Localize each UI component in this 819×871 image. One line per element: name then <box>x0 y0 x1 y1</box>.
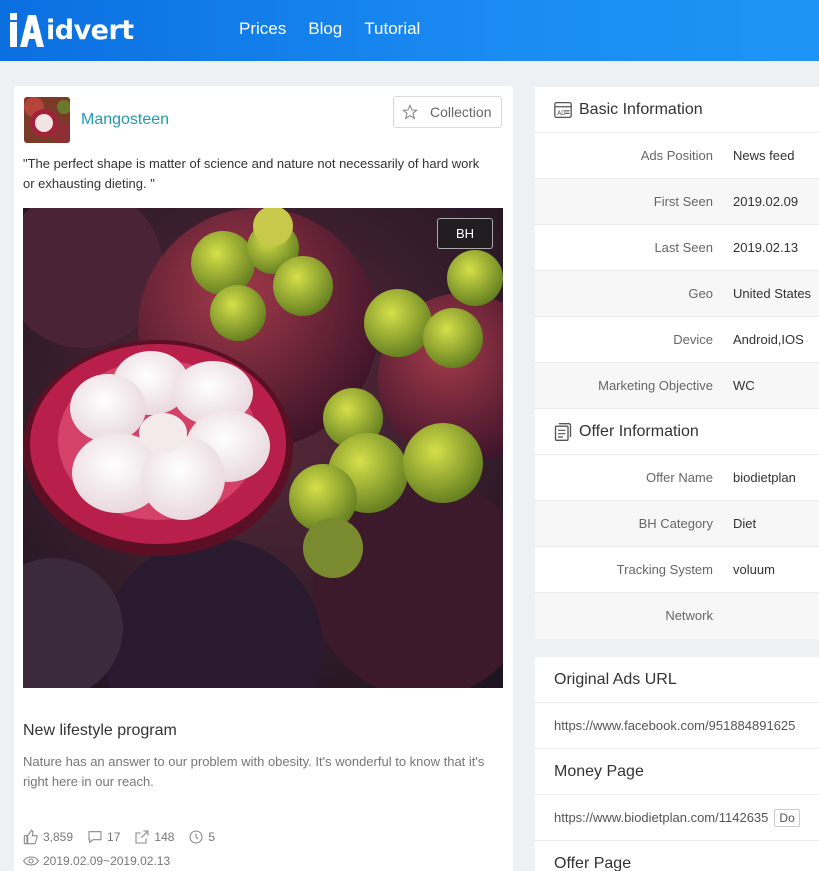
info-label: Marketing Objective <box>598 378 713 393</box>
info-value: 2019.02.09 <box>733 194 799 209</box>
advertiser-avatar[interactable] <box>24 97 70 143</box>
comments-stat: 17 <box>87 829 120 845</box>
info-label: Offer Name <box>646 470 713 485</box>
seen-date-range: 2019.02.09~2019.02.13 <box>23 854 170 868</box>
nav-prices[interactable]: Prices <box>239 19 286 39</box>
info-row-first-seen: First Seen 2019.02.09 <box>535 179 819 225</box>
main-nav: Prices Blog Tutorial <box>228 0 431 57</box>
info-value: voluum <box>733 562 775 577</box>
offer-info-header: Offer Information <box>535 409 819 455</box>
original-url-link[interactable]: https://www.facebook.com/951884891625 <box>554 718 795 733</box>
info-row-offer-name: Offer Name biodietplan <box>535 455 819 501</box>
info-value: 2019.02.13 <box>733 240 799 255</box>
info-row-network: Network <box>535 593 819 639</box>
eye-icon <box>23 856 39 866</box>
bh-badge: BH <box>437 218 493 249</box>
comments-count: 17 <box>107 830 121 844</box>
info-row-device: Device Android,IOS <box>535 317 819 363</box>
nav-blog[interactable]: Blog <box>308 19 342 39</box>
info-label: Tracking System <box>616 562 713 577</box>
ad-description: Nature has an answer to our problem with… <box>23 754 485 789</box>
days-stat: 5 <box>188 829 215 845</box>
info-value: Android,IOS <box>733 332 804 347</box>
share-icon <box>135 830 149 844</box>
nav-tutorial[interactable]: Tutorial <box>364 19 420 39</box>
offer-page-header: Offer Page <box>554 855 632 871</box>
brand-name: idvert <box>46 14 134 46</box>
info-row-ads-position: Ads Position News feed <box>535 133 819 179</box>
info-value: News feed <box>733 148 795 163</box>
money-page-row: https://www.biodietplan.com/1142635 Do <box>535 795 819 841</box>
ad-stats: 3,859 17 148 5 <box>23 829 229 845</box>
info-row-geo: Geo United States <box>535 271 819 317</box>
logo-icon <box>10 13 44 47</box>
likes-count: 3,859 <box>43 830 74 844</box>
info-row-marketing-objective: Marketing Objective WC <box>535 363 819 409</box>
info-value: WC <box>733 378 755 393</box>
info-label: BH Category <box>638 516 713 531</box>
money-page-download-button[interactable]: Do <box>774 808 800 827</box>
brand-logo[interactable]: idvert <box>8 10 134 50</box>
ad-info-panel: AD Basic Information Ads Position News f… <box>535 87 819 639</box>
info-value: Diet <box>733 516 757 531</box>
date-range-text: 2019.02.09~2019.02.13 <box>43 854 171 868</box>
info-label: Device <box>673 332 713 347</box>
avatar-image <box>24 97 70 143</box>
clock-icon <box>189 830 203 844</box>
original-url-row[interactable]: https://www.facebook.com/951884891625 <box>535 703 819 749</box>
offer-info-title: Offer Information <box>579 422 699 440</box>
comment-icon <box>88 831 102 844</box>
info-label: Last Seen <box>654 240 713 255</box>
money-page-link[interactable]: https://www.biodietplan.com/1142635 <box>554 810 768 825</box>
ad-quote: "The perfect shape is matter of science … <box>23 156 480 191</box>
basic-info-header: AD Basic Information <box>535 87 819 133</box>
money-page-header: Money Page <box>535 749 819 795</box>
info-label: Geo <box>688 286 713 301</box>
info-label: Network <box>665 608 713 623</box>
shares-count: 148 <box>154 830 175 844</box>
thumbs-up-icon <box>23 829 38 845</box>
svg-text:AD: AD <box>557 110 566 116</box>
star-icon <box>402 104 418 120</box>
top-navbar: idvert Prices Blog Tutorial <box>0 0 819 61</box>
info-row-tracking-system: Tracking System voluum <box>535 547 819 593</box>
advertiser-name[interactable]: Mangosteen <box>81 111 169 129</box>
likes-stat: 3,859 <box>23 829 73 845</box>
info-value: biodietplan <box>733 470 796 485</box>
info-label: Ads Position <box>640 148 713 163</box>
info-label: First Seen <box>653 194 713 209</box>
original-url-header: Original Ads URL <box>535 657 819 703</box>
shares-stat: 148 <box>134 829 174 845</box>
mangosteen-photo <box>23 208 503 688</box>
offer-doc-icon <box>554 422 572 441</box>
ad-info-icon: AD <box>554 101 572 118</box>
info-row-bh-category: BH Category Diet <box>535 501 819 547</box>
collection-label: Collection <box>430 104 492 120</box>
ad-headline: New lifestyle program <box>23 722 177 739</box>
basic-info-title: Basic Information <box>579 100 703 118</box>
days-count: 5 <box>208 830 216 844</box>
collection-button[interactable]: Collection <box>393 96 502 128</box>
info-value: United States <box>733 286 812 301</box>
ad-creative-image[interactable]: BH <box>23 208 503 688</box>
url-panel: Original Ads URL https://www.facebook.co… <box>535 657 819 871</box>
info-row-last-seen: Last Seen 2019.02.13 <box>535 225 819 271</box>
ad-card: Mangosteen Collection "The perfect shape… <box>14 86 513 871</box>
